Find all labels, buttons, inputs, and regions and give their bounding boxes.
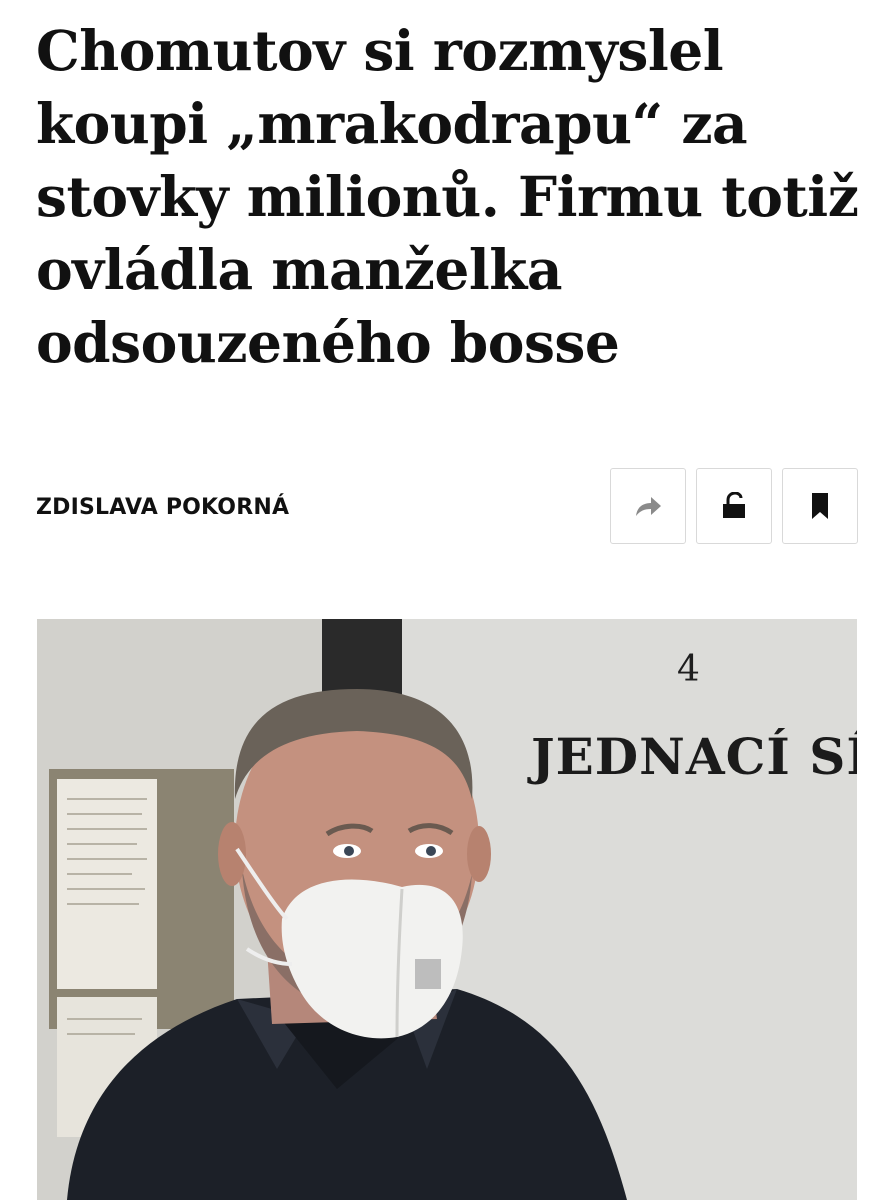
unlock-button[interactable] bbox=[696, 468, 772, 544]
article-photo: 4 JEDNACÍ SÍŇ bbox=[37, 619, 857, 1200]
bookmark-button[interactable] bbox=[782, 468, 858, 544]
share-icon bbox=[633, 494, 663, 518]
byline-row: ZDISLAVA POKORNÁ bbox=[36, 468, 858, 546]
share-button[interactable] bbox=[610, 468, 686, 544]
author-name[interactable]: ZDISLAVA POKORNÁ bbox=[36, 495, 289, 520]
unlock-icon bbox=[721, 492, 747, 520]
photo-scene bbox=[37, 619, 857, 1200]
bookmark-icon bbox=[810, 492, 830, 520]
room-number: 4 bbox=[677, 649, 700, 690]
room-sign: JEDNACÍ SÍŇ bbox=[531, 727, 857, 786]
article-actions bbox=[610, 468, 858, 544]
article-headline: Chomutov si rozmyslel koupi „mrakodrapu“… bbox=[36, 18, 859, 375]
